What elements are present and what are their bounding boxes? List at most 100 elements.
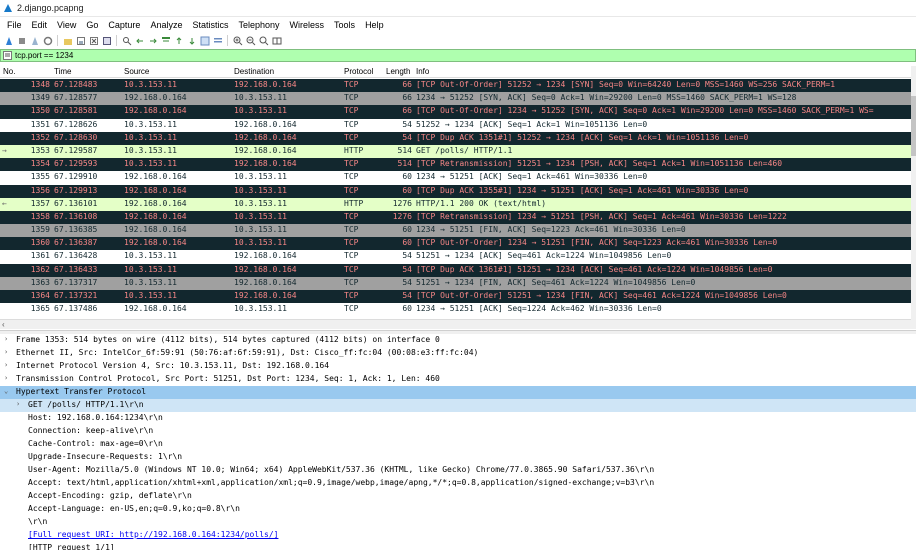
resize-columns-icon[interactable] bbox=[271, 35, 282, 46]
save-file-icon[interactable] bbox=[75, 35, 86, 46]
menu-tools[interactable]: Tools bbox=[329, 20, 360, 30]
column-header-info[interactable]: Info bbox=[416, 67, 429, 76]
detail-tree-item[interactable]: Accept-Language: en-US,en;q=0.9,ko;q=0.8… bbox=[0, 503, 916, 516]
packet-time: 67.137321 bbox=[54, 291, 98, 300]
packet-time: 67.136428 bbox=[54, 251, 98, 261]
packet-destination: 192.168.0.164 bbox=[234, 277, 297, 287]
go-first-icon[interactable] bbox=[173, 35, 184, 46]
colorize-icon[interactable] bbox=[212, 35, 223, 46]
detail-tree-item[interactable]: [HTTP request 1/1] bbox=[0, 542, 916, 550]
toolbar-separator bbox=[57, 35, 58, 46]
detail-tree-item[interactable]: \r\n bbox=[0, 516, 916, 529]
scrollbar-thumb[interactable] bbox=[911, 96, 916, 156]
menu-bar: File Edit View Go Capture Analyze Statis… bbox=[0, 17, 916, 32]
detail-tree-item[interactable]: › Transmission Control Protocol, Src Port… bbox=[0, 373, 916, 386]
packet-row[interactable]: 1363 67.137317 10.3.153.11 192.168.0.164 TCP… bbox=[0, 276, 911, 290]
packet-protocol: TCP bbox=[344, 211, 359, 221]
detail-tree-item[interactable]: Upgrade-Insecure-Requests: 1\r\n bbox=[0, 451, 916, 464]
packet-source: 10.3.153.11 bbox=[124, 264, 177, 274]
detail-tree-item[interactable]: › Frame 1353: 514 bytes on wire (4112 bit… bbox=[0, 334, 916, 347]
column-header-length[interactable]: Length bbox=[386, 67, 410, 76]
packet-destination: 10.3.153.11 bbox=[234, 93, 287, 103]
scroll-left-icon[interactable]: ‹ bbox=[2, 320, 5, 329]
packet-row[interactable]: 1358 67.136108 192.168.0.164 10.3.153.11 TCP… bbox=[0, 210, 911, 225]
find-packet-icon[interactable] bbox=[121, 35, 132, 46]
packet-row[interactable]: 1365 67.137486 192.168.0.164 10.3.153.11 TCP… bbox=[0, 303, 911, 317]
menu-file[interactable]: File bbox=[2, 20, 27, 30]
capture-options-icon[interactable] bbox=[42, 35, 53, 46]
expand-chevron-icon[interactable]: › bbox=[16, 400, 20, 408]
go-to-packet-icon[interactable] bbox=[160, 35, 171, 46]
menu-edit[interactable]: Edit bbox=[27, 20, 53, 30]
detail-tree-item[interactable]: Connection: keep-alive\r\n bbox=[0, 425, 916, 438]
expand-chevron-icon[interactable]: › bbox=[4, 348, 8, 356]
packet-row[interactable]: 1364 67.137321 10.3.153.11 192.168.0.164 TCP… bbox=[0, 290, 911, 304]
packet-source: 192.168.0.164 bbox=[124, 211, 187, 221]
detail-tree-label: Connection: keep-alive\r\n bbox=[28, 426, 154, 435]
detail-tree-item[interactable]: Host: 192.168.0.164:1234\r\n bbox=[0, 412, 916, 425]
detail-tree-item[interactable]: Cache-Control: max-age=0\r\n bbox=[0, 438, 916, 451]
detail-tree-item[interactable]: › Internet Protocol Version 4, Src: 10.3.… bbox=[0, 360, 916, 373]
go-last-icon[interactable] bbox=[186, 35, 197, 46]
menu-telephony[interactable]: Telephony bbox=[233, 20, 284, 30]
close-file-icon[interactable] bbox=[88, 35, 99, 46]
start-capture-icon[interactable] bbox=[3, 35, 14, 46]
packet-source: 192.168.0.164 bbox=[124, 225, 187, 235]
detail-tree-item[interactable]: [Full request URI: http://192.168.0.164:… bbox=[0, 529, 916, 542]
menu-statistics[interactable]: Statistics bbox=[187, 20, 233, 30]
display-filter-bar[interactable]: tcp.port == 1234 bbox=[0, 49, 916, 62]
packet-row[interactable]: 1354 67.129593 10.3.153.11 192.168.0.164 TCP… bbox=[0, 158, 911, 172]
packet-row[interactable]: 1351 67.128626 10.3.153.11 192.168.0.164 TCP… bbox=[0, 118, 911, 132]
detail-tree-item[interactable]: › GET /polls/ HTTP/1.1\r\n bbox=[0, 399, 916, 412]
go-forward-icon[interactable] bbox=[147, 35, 158, 46]
packet-row[interactable]: 1362 67.136433 10.3.153.11 192.168.0.164 TCP… bbox=[0, 263, 911, 277]
column-header-no[interactable]: No. bbox=[3, 67, 15, 76]
detail-tree-item[interactable]: › Ethernet II, Src: IntelCor_6f:59:91 (50… bbox=[0, 347, 916, 360]
packet-row[interactable]: 1359 67.136385 192.168.0.164 10.3.153.11 TCP… bbox=[0, 224, 911, 238]
bookmark-filter-icon[interactable] bbox=[3, 51, 12, 60]
packet-row[interactable]: 1361 67.136428 10.3.153.11 192.168.0.164 TCP… bbox=[0, 250, 911, 264]
detail-tree-item[interactable]: Accept: text/html,application/xhtml+xml,… bbox=[0, 477, 916, 490]
packet-row[interactable]: 1360 67.136387 192.168.0.164 10.3.153.11 TCP… bbox=[0, 237, 911, 251]
column-header-source[interactable]: Source bbox=[124, 67, 149, 76]
zoom-in-icon[interactable] bbox=[232, 35, 243, 46]
reload-file-icon[interactable] bbox=[101, 35, 112, 46]
stop-capture-icon[interactable] bbox=[16, 35, 27, 46]
packet-row[interactable]: 1352 67.128630 10.3.153.11 192.168.0.164 TCP… bbox=[0, 131, 911, 145]
menu-view[interactable]: View bbox=[52, 20, 81, 30]
collapse-chevron-icon[interactable]: ⌄ bbox=[4, 387, 8, 395]
menu-help[interactable]: Help bbox=[360, 20, 389, 30]
zoom-out-icon[interactable] bbox=[245, 35, 256, 46]
menu-capture[interactable]: Capture bbox=[103, 20, 145, 30]
packet-protocol: HTTP bbox=[344, 145, 364, 155]
packet-number: 1361 bbox=[30, 251, 50, 261]
packet-row[interactable]: 1349 67.128577 192.168.0.164 10.3.153.11 TCP… bbox=[0, 92, 911, 106]
display-filter-input[interactable]: tcp.port == 1234 bbox=[15, 51, 73, 60]
autoscroll-icon[interactable] bbox=[199, 35, 210, 46]
packet-row[interactable]: 1355 67.129910 192.168.0.164 10.3.153.11 TCP… bbox=[0, 171, 911, 185]
open-file-icon[interactable] bbox=[62, 35, 73, 46]
packet-row[interactable]: ← 1357 67.136101 192.168.0.164 10.3.153.11 HT… bbox=[0, 197, 911, 211]
packet-list-horizontal-scrollbar[interactable]: ‹ bbox=[0, 319, 911, 329]
detail-tree-item[interactable]: User-Agent: Mozilla/5.0 (Windows NT 10.0… bbox=[0, 464, 916, 477]
packet-row[interactable]: → 1353 67.129587 10.3.153.11 192.168.0.164 HT… bbox=[0, 144, 911, 159]
column-header-time[interactable]: Time bbox=[54, 67, 71, 76]
menu-wireless[interactable]: Wireless bbox=[285, 20, 330, 30]
expand-chevron-icon[interactable]: › bbox=[4, 374, 8, 382]
packet-row[interactable]: 1356 67.129913 192.168.0.164 10.3.153.11 TCP… bbox=[0, 184, 911, 198]
packet-number: 1354 bbox=[30, 159, 50, 169]
packet-list-vertical-scrollbar[interactable] bbox=[911, 66, 916, 329]
expand-chevron-icon[interactable]: › bbox=[4, 335, 8, 343]
menu-go[interactable]: Go bbox=[81, 20, 103, 30]
column-header-destination[interactable]: Destination bbox=[234, 67, 274, 76]
menu-analyze[interactable]: Analyze bbox=[145, 20, 187, 30]
detail-tree-item[interactable]: ⌄ Hypertext Transfer Protocol bbox=[0, 386, 916, 399]
go-back-icon[interactable] bbox=[134, 35, 145, 46]
column-header-protocol[interactable]: Protocol bbox=[344, 67, 373, 76]
restart-capture-icon[interactable] bbox=[29, 35, 40, 46]
packet-row[interactable]: 1350 67.128581 192.168.0.164 10.3.153.11 TCP… bbox=[0, 105, 911, 119]
packet-row[interactable]: 1348 67.128483 10.3.153.11 192.168.0.164 TCP… bbox=[0, 79, 911, 93]
expand-chevron-icon[interactable]: › bbox=[4, 361, 8, 369]
normal-size-icon[interactable] bbox=[258, 35, 269, 46]
detail-tree-item[interactable]: Accept-Encoding: gzip, deflate\r\n bbox=[0, 490, 916, 503]
